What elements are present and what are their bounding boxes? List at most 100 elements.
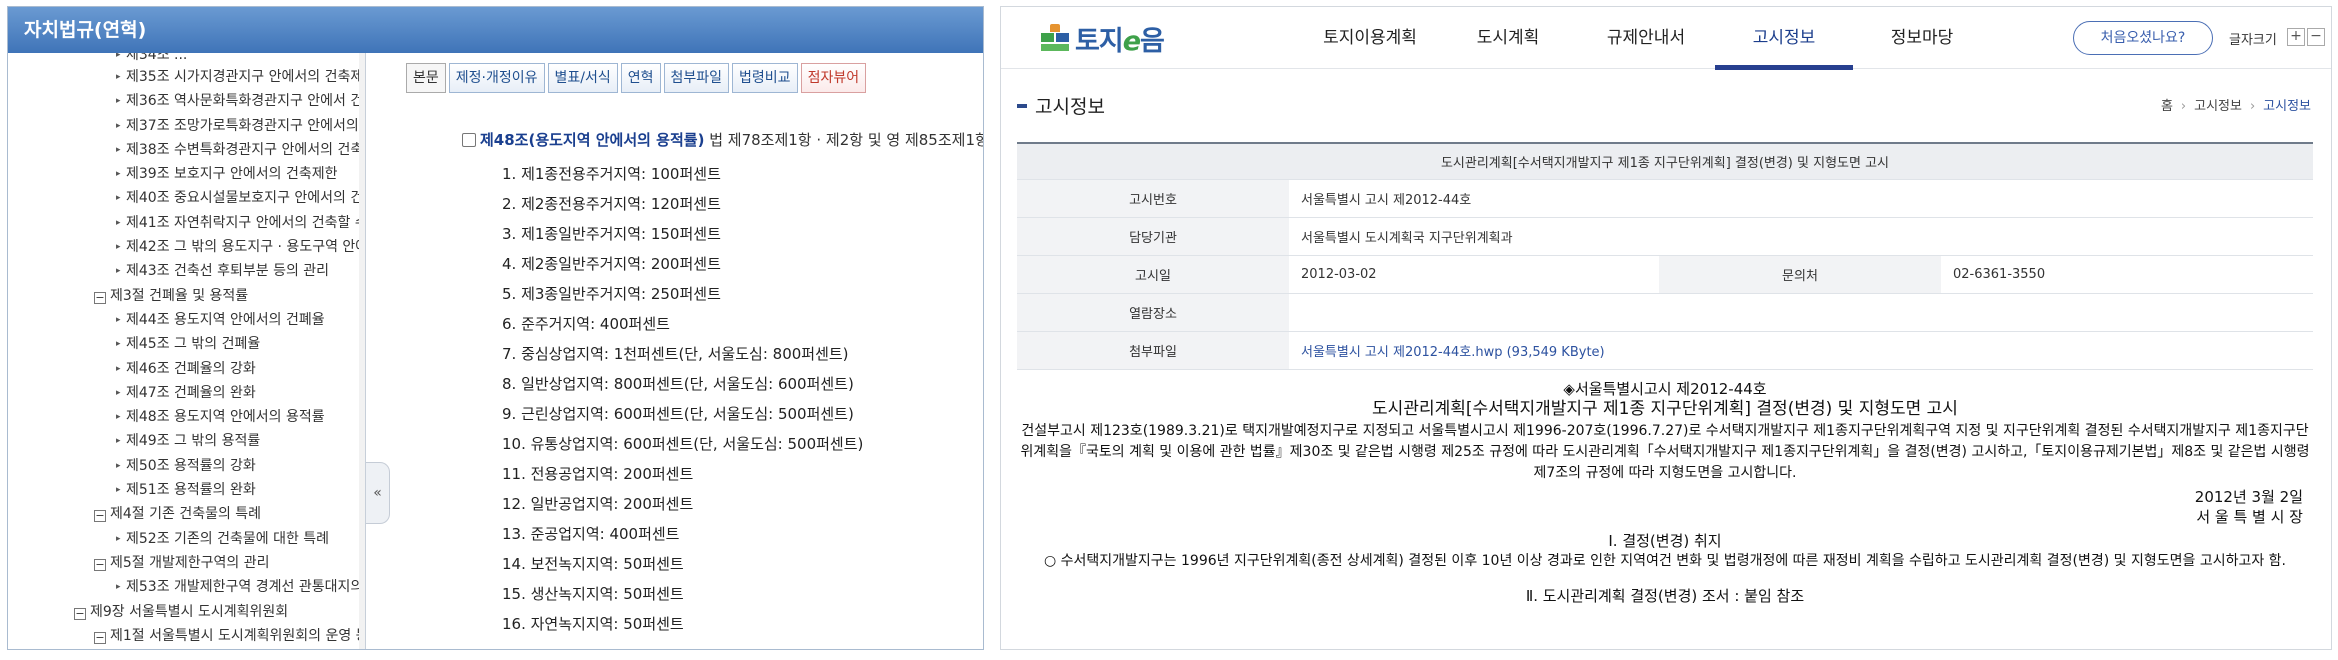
tab-braille-viewer[interactable]: 점자뷰어	[800, 63, 867, 93]
tree-item[interactable]: ▸제54조 기능	[8, 648, 365, 649]
tree-leaf-arrow-icon[interactable]: ▸	[116, 478, 126, 502]
tab-attachments[interactable]: 첨부파일	[663, 63, 730, 93]
nav-notice-info[interactable]: 고시정보	[1715, 7, 1853, 70]
article-checkbox[interactable]	[462, 133, 476, 147]
tree-item[interactable]: ▸ 제38조 수변특화경관지구 안에서의 건축제	[8, 138, 365, 162]
tree-item[interactable]: ▸ 제49조 그 밖의 용적률	[8, 429, 365, 453]
main-nav: 토지이용계획 도시계획 규제안내서 고시정보 정보마당	[1301, 7, 1991, 70]
tree-item[interactable]: ▸ 제45조 그 밖의 건폐율	[8, 332, 365, 356]
breadcrumb-home[interactable]: 홈	[2161, 99, 2173, 114]
tree-item-label: 제1절 서울특별시 도시계획위원회의 운영 등	[110, 627, 365, 644]
agency-label: 담당기관	[1017, 217, 1289, 256]
tree-leaf-arrow-icon[interactable]: ▸	[116, 357, 126, 381]
tree-leaf-arrow-icon[interactable]: ▸	[116, 65, 126, 89]
tree-leaf-arrow-icon[interactable]: ▸	[116, 259, 126, 283]
tree-leaf-arrow-icon[interactable]: ▸	[116, 89, 126, 113]
tree-item-label: 제34조 ...	[126, 53, 188, 63]
tree-item[interactable]: ▸ 제43조 건축선 후퇴부분 등의 관리	[8, 259, 365, 283]
tab-amendment-reason[interactable]: 제정·개정이유	[448, 63, 545, 93]
tree-item-label: 제37조 조망가로특화경관지구 안에서의 건	[126, 117, 365, 134]
tree-leaf-arrow-icon[interactable]: ▸	[116, 308, 126, 332]
nav-info-plaza[interactable]: 정보마당	[1853, 7, 1991, 69]
tab-law-compare[interactable]: 법령비교	[732, 63, 798, 93]
nav-urban-plan[interactable]: 도시계획	[1439, 7, 1577, 69]
tree-leaf-arrow-icon[interactable]: ▸	[116, 429, 126, 453]
nav-regulation-guide[interactable]: 규제안내서	[1577, 7, 1715, 69]
tab-history[interactable]: 연혁	[620, 63, 661, 93]
attachment-download-link[interactable]: 서울특별시 고시 제2012-44호.hwp (93,549 KByte)	[1301, 345, 1605, 360]
tree-leaf-arrow-icon[interactable]: ▸	[116, 138, 126, 162]
tree-item-label: 제48조 용도지역 안에서의 용적률	[126, 409, 325, 426]
tree-leaf-arrow-icon[interactable]: ▸	[116, 114, 126, 138]
notice-title: 도시관리계획[수서택지개발지구 제1종 지구단위계획] 결정(변경) 및 지형도…	[1017, 142, 2313, 180]
tree-item[interactable]: ▸ 제50조 용적률의 강화	[8, 454, 365, 478]
font-increase-button[interactable]: +	[2287, 28, 2305, 46]
tree-item[interactable]: ▸ 제41조 자연취락지구 안에서의 건축할 수	[8, 211, 365, 235]
article-item: 10. 유통상업지역: 600퍼센트(단, 서울도심: 500퍼센트)	[502, 435, 864, 453]
tree-item[interactable]: ▸ 제48조 용도지역 안에서의 용적률	[8, 405, 365, 429]
tree-item[interactable]: ▸ 제35조 시가지경관지구 안에서의 건축제한	[8, 65, 365, 89]
contact-label: 문의처	[1659, 255, 1941, 294]
tree-leaf-arrow-icon[interactable]: ▸	[116, 405, 126, 429]
tree-leaf-arrow-icon[interactable]: ▸	[116, 454, 126, 478]
article-item: 4. 제2종일반주거지역: 200퍼센트	[502, 255, 721, 273]
tree-leaf-arrow-icon[interactable]: ▸	[116, 575, 126, 599]
tree-leaf-arrow-icon[interactable]: ▸	[116, 381, 126, 405]
tree-item[interactable]: ▸ 제42조 그 밖의 용도지구 · 용도구역 안에	[8, 235, 365, 259]
tree-item[interactable]: ▸ 제37조 조망가로특화경관지구 안에서의 건	[8, 114, 365, 138]
tree-item[interactable]: ▸ 제47조 건폐율의 완화	[8, 381, 365, 405]
nav-land-use-plan[interactable]: 토지이용계획	[1301, 7, 1439, 69]
tree-collapse-icon[interactable]: −	[94, 631, 106, 644]
tree-item[interactable]: − 제3절 건폐율 및 용적률	[8, 284, 365, 308]
article-item: 8. 일반상업지역: 800퍼센트(단, 서울도심: 600퍼센트)	[502, 375, 854, 393]
site-logo[interactable]: 토지e음	[1041, 21, 1165, 57]
tree-item-label: 제43조 건축선 후퇴부분 등의 관리	[126, 263, 330, 280]
tree-item[interactable]: ▸ 제53조 개발제한구역 경계선 관통대지의 ㅊ	[8, 575, 365, 599]
double-chevron-left-icon: «	[373, 485, 382, 501]
tree-leaf-arrow-icon[interactable]: ▸	[116, 211, 126, 235]
tree-item[interactable]: ▸ 제44조 용도지역 안에서의 건폐율	[8, 308, 365, 332]
tree-item[interactable]: − 제1절 서울특별시 도시계획위원회의 운영 등	[8, 624, 365, 648]
tree-item[interactable]: ▸ 제40조 중요시설물보호지구 안에서의 건축	[8, 186, 365, 210]
table-row: 고시번호 서울특별시 고시 제2012-44호	[1017, 179, 2313, 218]
tree-item-label: 제4절 기존 건축물의 특례	[110, 506, 262, 523]
tree-leaf-arrow-icon[interactable]: ▸	[116, 53, 126, 60]
tree-item[interactable]: − 제5절 개발제한구역의 관리	[8, 551, 365, 575]
tree-item[interactable]: − 제4절 기존 건축물의 특례	[8, 502, 365, 526]
tree-leaf-arrow-icon[interactable]: ▸	[116, 186, 126, 210]
notice-body-number: ◈서울특별시고시 제2012-44호	[1563, 380, 1767, 398]
tree-leaf-arrow-icon[interactable]: ▸	[116, 162, 126, 186]
tree-collapse-icon[interactable]: −	[94, 291, 106, 304]
tree-leaf-arrow-icon[interactable]: ▸	[116, 527, 126, 551]
tree-item-label: 제9장 서울특별시 도시계획위원회	[90, 603, 289, 620]
breadcrumb-current[interactable]: 고시정보	[2263, 99, 2311, 114]
table-row: 열람장소	[1017, 293, 2313, 332]
tree-collapse-icon[interactable]: −	[74, 607, 86, 620]
tree-scrollbar[interactable]	[359, 53, 365, 649]
tree-collapse-icon[interactable]: −	[94, 558, 106, 571]
tab-tables-forms[interactable]: 별표/서식	[547, 63, 618, 93]
tree-item[interactable]: ▸ 제34조 ...	[8, 53, 365, 65]
tree-item[interactable]: ▸ 제46조 건폐율의 강화	[8, 357, 365, 381]
tree-leaf-arrow-icon[interactable]: ▸	[116, 648, 126, 649]
tree-leaf-arrow-icon[interactable]: ▸	[116, 332, 126, 356]
tree-item[interactable]: ▸ 제36조 역사문화특화경관지구 안에서 건축	[8, 89, 365, 113]
law-tree-panel[interactable]: ▸ 제34조 ... ▸ 제35조 시가지경관지구 안에서의 건축제한 ▸ 제36조 역사…	[8, 53, 366, 649]
tree-item[interactable]: ▸ 제51조 용적률의 완화	[8, 478, 365, 502]
tab-main-text[interactable]: 본문	[406, 63, 446, 93]
law-viewer-window: 자치법규(연혁) ▸ 제34조 ... ▸ 제35조 시가지경관지구 안에서의 건축제…	[7, 6, 984, 650]
tree-item[interactable]: − 제9장 서울특별시 도시계획위원회	[8, 600, 365, 624]
tree-collapse-icon[interactable]: −	[94, 510, 106, 523]
tree-item[interactable]: ▸ 제39조 보호지구 안에서의 건축제한	[8, 162, 365, 186]
breadcrumb-level1[interactable]: 고시정보	[2194, 99, 2242, 114]
first-visit-button[interactable]: 처음오셨나요?	[2073, 21, 2213, 55]
tree-leaf-arrow-icon[interactable]: ▸	[116, 235, 126, 259]
collapse-panel-handle[interactable]: «	[366, 462, 390, 524]
tree-item-label: 제40조 중요시설물보호지구 안에서의 건축	[126, 190, 365, 207]
tree-item-label: 제49조 그 밖의 용적률	[126, 433, 261, 450]
article-item: 16. 자연녹지지역: 50퍼센트	[502, 615, 684, 633]
tree-item[interactable]: ▸ 제52조 기존의 건축물에 대한 특례	[8, 527, 365, 551]
page-title: 고시정보	[1017, 92, 1105, 119]
font-decrease-button[interactable]: −	[2307, 28, 2325, 46]
document-tab-bar: 본문 제정·개정이유 별표/서식 연혁 첨부파일 법령비교 점자뷰어	[406, 63, 869, 93]
